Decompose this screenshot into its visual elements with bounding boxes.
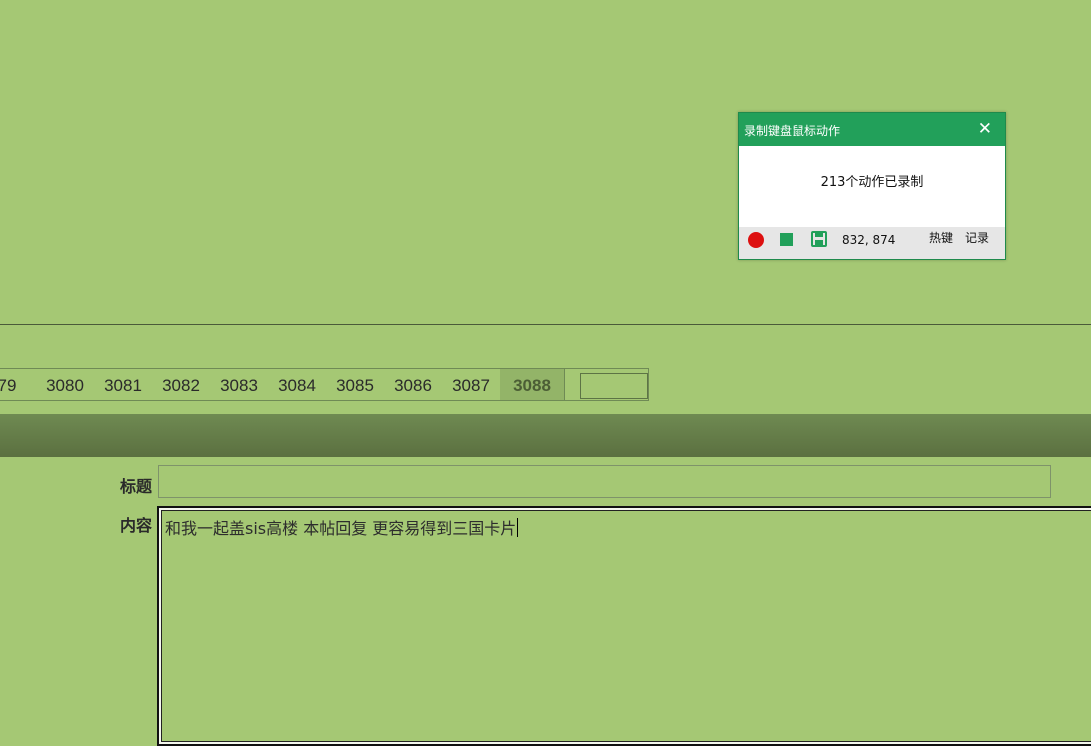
- current-page: 3088: [500, 369, 565, 400]
- recorder-window: 录制键盘鼠标动作 ✕ 213个动作已录制 832, 874 热键 记录: [738, 112, 1006, 260]
- page-link[interactable]: 3085: [326, 369, 384, 400]
- page-jump-container: [565, 369, 648, 400]
- recorder-status: 213个动作已录制: [820, 175, 924, 190]
- hotkey-link[interactable]: 热键: [929, 229, 953, 246]
- title-label: 标题: [120, 477, 153, 496]
- page-link[interactable]: 3087: [442, 369, 500, 400]
- content-text: 和我一起盖sis高楼 本帖回复 更容易得到三国卡片: [165, 519, 517, 538]
- page-jump-input[interactable]: [580, 373, 648, 399]
- save-icon[interactable]: [811, 231, 827, 247]
- reply-section-header: [0, 414, 1091, 457]
- log-link[interactable]: 记录: [965, 229, 989, 246]
- content-textarea[interactable]: 和我一起盖sis高楼 本帖回复 更容易得到三国卡片: [157, 506, 1091, 746]
- title-input[interactable]: [158, 465, 1051, 498]
- pagination: 79 3080 3081 3082 3083 3084 3085 3086 30…: [0, 368, 649, 401]
- page-link[interactable]: 3086: [384, 369, 442, 400]
- content-label: 内容: [120, 516, 153, 535]
- page-link[interactable]: 3082: [152, 369, 210, 400]
- record-icon[interactable]: [748, 232, 764, 248]
- page-link[interactable]: 3083: [210, 369, 268, 400]
- page-link[interactable]: 3080: [36, 369, 94, 400]
- recorder-title: 录制键盘鼠标动作: [744, 124, 841, 138]
- separator-line: [0, 324, 1091, 325]
- recorder-titlebar[interactable]: 录制键盘鼠标动作 ✕: [739, 113, 1005, 146]
- page-link[interactable]: 3084: [268, 369, 326, 400]
- text-caret: [517, 518, 519, 537]
- cursor-coordinates: 832, 874: [842, 233, 896, 247]
- stop-icon[interactable]: [780, 233, 793, 246]
- close-icon[interactable]: ✕: [978, 119, 992, 139]
- page-link[interactable]: 79: [0, 369, 36, 400]
- page-link[interactable]: 3081: [94, 369, 152, 400]
